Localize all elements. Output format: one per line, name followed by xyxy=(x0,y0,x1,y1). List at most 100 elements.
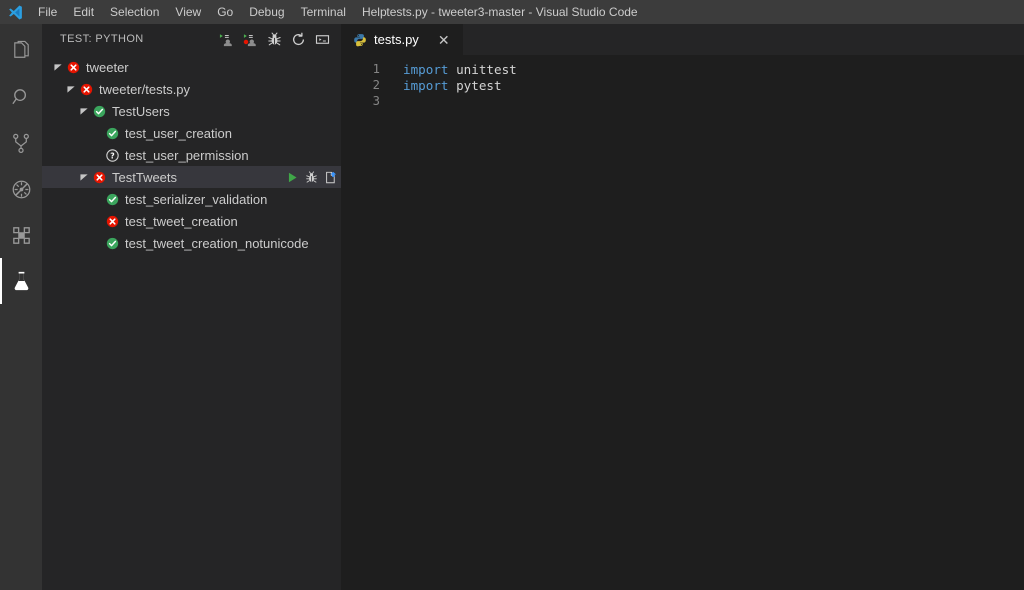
tree-row-actions xyxy=(280,171,337,184)
tree-row-tweeter[interactable]: tweeter xyxy=(42,56,341,78)
tree-row-test-tweet-creation-notunicode[interactable]: test_tweet_creation_notunicode xyxy=(42,232,341,254)
chevron-down-icon xyxy=(67,85,76,94)
test-status-passed-icon xyxy=(103,237,121,250)
test-status-failed-icon xyxy=(90,171,108,184)
sidebar-test-explorer: TEST: PYTHON xyxy=(42,24,341,590)
twisty-expanded-icon[interactable] xyxy=(78,107,90,116)
chevron-down-icon xyxy=(54,63,63,72)
open-output-icon xyxy=(315,32,330,47)
twisty-placeholder xyxy=(91,194,103,204)
discover-tests-bug-button[interactable] xyxy=(263,28,285,50)
test-status-failed-icon xyxy=(64,61,82,74)
debug-test-button[interactable] xyxy=(305,171,318,184)
python-file-icon xyxy=(352,32,368,48)
twisty-placeholder xyxy=(91,128,103,138)
tree-row-test-tweet-creation[interactable]: test_tweet_creation xyxy=(42,210,341,232)
activity-explorer[interactable] xyxy=(0,28,42,74)
code-line[interactable]: import unittest xyxy=(389,62,1024,78)
tree-row-tweeter-tests-py[interactable]: tweeter/tests.py xyxy=(42,78,341,100)
show-output-button[interactable] xyxy=(311,28,333,50)
refresh-icon xyxy=(291,32,306,47)
refresh-tests-button[interactable] xyxy=(287,28,309,50)
tree-row-label: TestUsers xyxy=(112,104,337,119)
tree-row-testtweets[interactable]: TestTweets xyxy=(42,166,341,188)
test-status-passed-icon xyxy=(90,105,108,118)
bug-icon xyxy=(305,171,318,184)
bug-icon xyxy=(267,32,282,47)
twisty-expanded-icon[interactable] xyxy=(78,173,90,182)
code-token: import xyxy=(403,62,449,77)
svg-text:?: ? xyxy=(110,151,114,160)
activity-search[interactable] xyxy=(0,74,42,120)
code-line[interactable]: import pytest xyxy=(389,78,1024,94)
tree-row-test-serializer-validation[interactable]: test_serializer_validation xyxy=(42,188,341,210)
status-pass-icon xyxy=(93,105,106,118)
menu-view[interactable]: View xyxy=(167,2,209,23)
line-number: 3 xyxy=(341,94,389,110)
debug-all-tests-icon xyxy=(243,32,258,47)
files-explorer-icon xyxy=(10,40,33,63)
beaker-test-icon xyxy=(10,270,33,293)
tree-row-label: tweeter xyxy=(86,60,337,75)
tree-row-testusers[interactable]: TestUsers xyxy=(42,100,341,122)
status-pass-icon xyxy=(106,237,119,250)
menu-debug[interactable]: Debug xyxy=(241,2,292,23)
tab-tests-py[interactable]: tests.py ✕ xyxy=(341,24,464,55)
sidebar-header: TEST: PYTHON xyxy=(42,24,341,54)
status-fail-icon xyxy=(93,171,106,184)
code-token: import xyxy=(403,78,449,93)
tree-row-label: test_tweet_creation xyxy=(125,214,337,229)
tree-row-label: test_serializer_validation xyxy=(125,192,337,207)
code-content[interactable]: import unittestimport pytest xyxy=(389,55,1024,590)
line-number-gutter: 123 xyxy=(341,55,389,590)
activity-test[interactable] xyxy=(0,258,42,304)
play-icon xyxy=(286,171,299,184)
menu-help[interactable]: Help xyxy=(354,2,395,23)
test-tree: tweeter tweeter/tests.py TestUsers test_… xyxy=(42,54,341,590)
test-status-passed-icon xyxy=(103,193,121,206)
line-number: 2 xyxy=(341,78,389,94)
tree-row-label: TestTweets xyxy=(112,170,280,185)
open-test-file-button[interactable] xyxy=(324,171,337,184)
menu-terminal[interactable]: Terminal xyxy=(293,2,354,23)
run-test-button[interactable] xyxy=(286,171,299,184)
activity-extensions[interactable] xyxy=(0,212,42,258)
sidebar-title: TEST: PYTHON xyxy=(60,33,215,45)
test-status-unknown-icon: ? xyxy=(103,149,121,162)
menu-edit[interactable]: Edit xyxy=(65,2,102,23)
tab-bar-empty-space xyxy=(464,24,1024,55)
sidebar-actions xyxy=(215,28,337,50)
status-pass-icon xyxy=(106,127,119,140)
source-control-icon xyxy=(10,132,33,155)
twisty-expanded-icon[interactable] xyxy=(65,85,77,94)
activity-run-debug[interactable] xyxy=(0,166,42,212)
tree-row-test-user-permission[interactable]: ?test_user_permission xyxy=(42,144,341,166)
run-all-tests-button[interactable] xyxy=(215,28,237,50)
status-pass-icon xyxy=(106,193,119,206)
activity-source-control[interactable] xyxy=(0,120,42,166)
search-icon xyxy=(10,86,33,109)
chevron-down-icon xyxy=(80,107,89,116)
status-fail-icon xyxy=(67,61,80,74)
close-icon[interactable]: ✕ xyxy=(435,31,453,49)
twisty-placeholder xyxy=(91,216,103,226)
twisty-expanded-icon[interactable] xyxy=(52,63,64,72)
tree-row-label: tweeter/tests.py xyxy=(99,82,337,97)
twisty-placeholder xyxy=(91,150,103,160)
code-token: pytest xyxy=(456,78,502,93)
menu-file[interactable]: File xyxy=(30,2,65,23)
tree-row-test-user-creation[interactable]: test_user_creation xyxy=(42,122,341,144)
line-number: 1 xyxy=(341,62,389,78)
title-bar: File Edit Selection View Go Debug Termin… xyxy=(0,0,1024,24)
status-unknown-icon: ? xyxy=(106,149,119,162)
code-editor[interactable]: 123 import unittestimport pytest xyxy=(341,55,1024,590)
menu-bar: File Edit Selection View Go Debug Termin… xyxy=(30,2,395,23)
menu-selection[interactable]: Selection xyxy=(102,2,167,23)
debug-all-tests-button[interactable] xyxy=(239,28,261,50)
activity-bar xyxy=(0,24,42,590)
vscode-window: File Edit Selection View Go Debug Termin… xyxy=(0,0,1024,590)
test-status-passed-icon xyxy=(103,127,121,140)
menu-go[interactable]: Go xyxy=(209,2,241,23)
chevron-down-icon xyxy=(80,173,89,182)
editor-tab-bar: tests.py ✕ xyxy=(341,24,1024,55)
